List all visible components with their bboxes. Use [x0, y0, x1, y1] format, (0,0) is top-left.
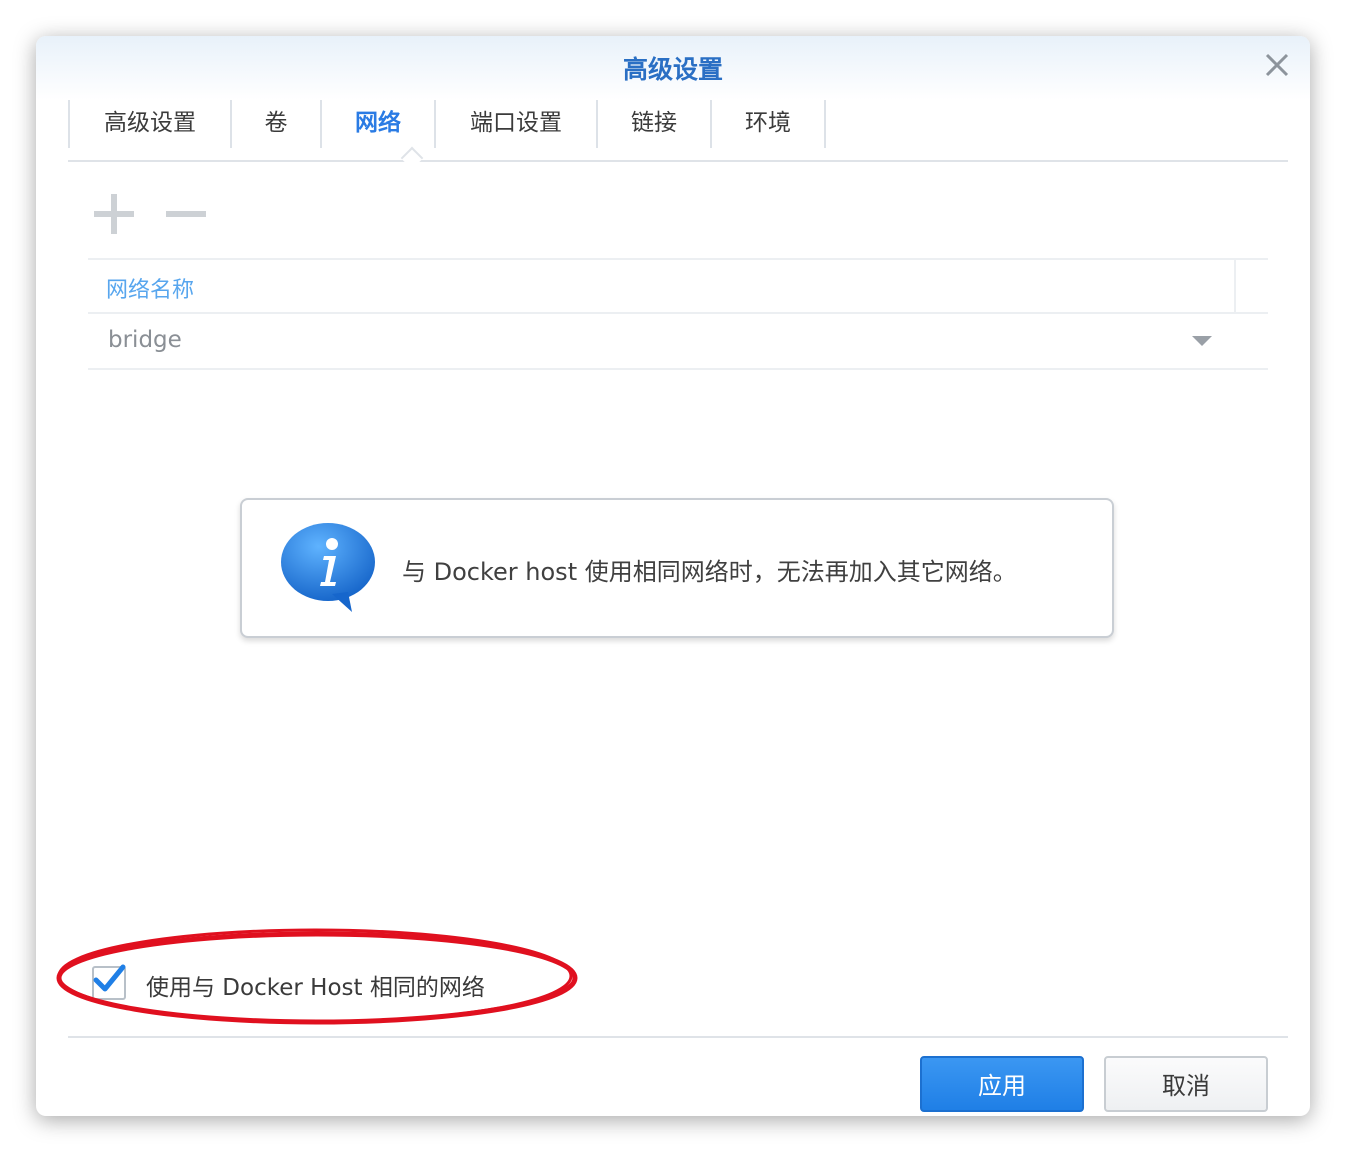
tab-volume[interactable]: 卷 — [230, 100, 320, 148]
tab-network[interactable]: 网络 — [320, 100, 434, 148]
info-message-box: 与 Docker host 使用相同网络时，无法再加入其它网络。 — [240, 498, 1114, 638]
checkmark-icon — [93, 964, 126, 992]
host-network-label[interactable]: 使用与 Docker Host 相同的网络 — [146, 968, 485, 1002]
tab-links[interactable]: 链接 — [596, 100, 710, 148]
grid-header: 网络名称 — [88, 260, 1268, 314]
column-header-network-name[interactable]: 网络名称 — [106, 272, 194, 304]
minus-icon[interactable] — [164, 192, 208, 236]
close-icon[interactable] — [1262, 50, 1292, 80]
tab-advanced-settings[interactable]: 高级设置 — [68, 100, 230, 148]
active-tab-indicator — [400, 146, 424, 170]
table-row[interactable]: bridge — [88, 314, 1268, 370]
info-message-text: 与 Docker host 使用相同网络时，无法再加入其它网络。 — [402, 558, 1017, 586]
host-network-checkbox[interactable] — [92, 964, 126, 1000]
apply-button[interactable]: 应用 — [920, 1056, 1084, 1112]
dialog-titlebar: 高级设置 — [36, 36, 1310, 100]
info-icon — [280, 522, 380, 614]
network-name-cell: bridge — [108, 327, 182, 353]
network-grid: 网络名称 bridge — [88, 258, 1268, 370]
cancel-button[interactable]: 取消 — [1104, 1056, 1268, 1112]
tab-bar: 高级设置 卷 网络 端口设置 链接 环境 — [68, 100, 1288, 170]
advanced-settings-dialog: 高级设置 高级设置 卷 网络 端口设置 链接 环境 网络名称 bridge 与 … — [36, 36, 1310, 1116]
footer-divider — [68, 1036, 1288, 1038]
column-separator — [1234, 260, 1236, 312]
chevron-down-icon[interactable] — [1192, 336, 1212, 346]
tab-environment[interactable]: 环境 — [710, 100, 826, 148]
tab-port-settings[interactable]: 端口设置 — [434, 100, 596, 148]
plus-icon[interactable] — [92, 192, 136, 236]
dialog-title: 高级设置 — [622, 55, 723, 84]
